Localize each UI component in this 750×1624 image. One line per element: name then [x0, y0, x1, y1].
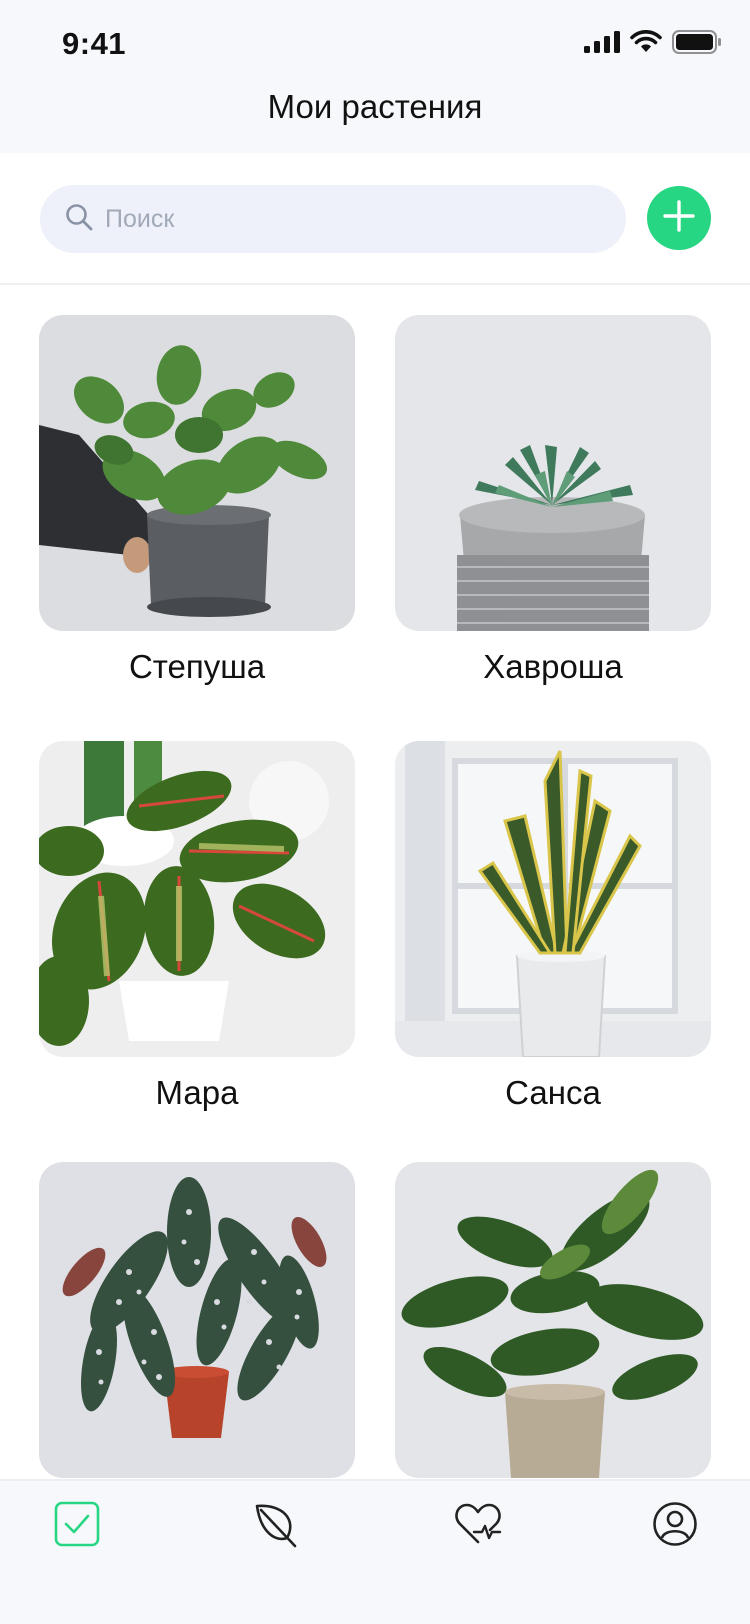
- plant-name: Санса: [505, 1074, 601, 1111]
- plant-card[interactable]: Степуша: [39, 315, 355, 686]
- plant-grid: Степуша Хавроша Мара Санса: [0, 0, 750, 1624]
- plant-photo: [39, 1162, 355, 1478]
- tab-health[interactable]: [451, 1499, 505, 1553]
- plant-photo: [395, 741, 711, 1057]
- plant-card[interactable]: Мара: [39, 741, 355, 1112]
- heart-pulse-icon: [454, 1502, 502, 1551]
- plant-photo: [395, 1162, 711, 1478]
- plant-name: Мара: [155, 1074, 239, 1111]
- checkbox-icon: [54, 1501, 100, 1552]
- plant-card[interactable]: Хавроша: [395, 315, 711, 686]
- plant-card[interactable]: [39, 1162, 355, 1495]
- plant-photo: [39, 315, 355, 631]
- plant-photo: [395, 315, 711, 631]
- tab-catalog[interactable]: [250, 1499, 304, 1553]
- tab-my-plants[interactable]: [50, 1499, 104, 1553]
- tab-bar: [0, 1479, 750, 1624]
- plant-photo: [39, 741, 355, 1057]
- tab-profile[interactable]: [648, 1499, 702, 1553]
- leaf-icon: [253, 1500, 301, 1553]
- plant-card[interactable]: Санса: [395, 741, 711, 1112]
- plant-name: Степуша: [128, 648, 266, 685]
- profile-icon: [652, 1501, 698, 1552]
- plant-name: Хавроша: [483, 648, 623, 685]
- plant-card[interactable]: [395, 1162, 711, 1495]
